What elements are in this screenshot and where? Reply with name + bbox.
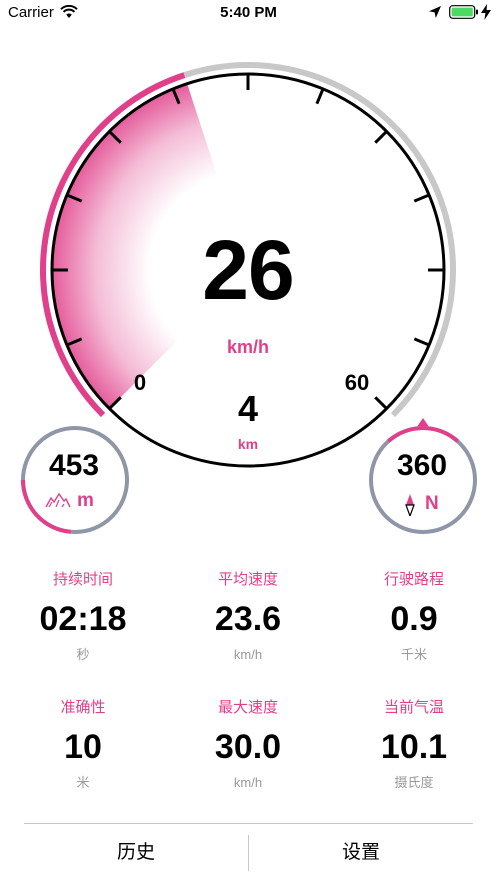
scale-min-label: 0 [133,370,147,395]
stat-temperature: 当前气温 10.1 摄氏度 [334,698,494,792]
stat-value: 23.6 [214,600,282,638]
dial-tick [374,130,388,144]
stat-duration: 持续时间 02:18 秒 [3,570,163,664]
stat-unit: 秒 [76,647,90,662]
stat-unit: km/h [233,647,263,662]
mountain-icon [45,492,71,508]
stat-unit: 米 [76,775,90,790]
altitude-unit: m [77,490,94,511]
stat-value: 02:18 [39,600,127,638]
dial-tick [413,193,430,203]
stat-value: 30.0 [214,728,282,766]
stat-label: 行驶路程 [383,571,444,588]
trip-distance: 4 [237,388,259,429]
stat-unit: km/h [233,775,263,790]
compass-icon [405,494,415,516]
stat-label: 当前气温 [383,699,444,716]
stat-distance: 行驶路程 0.9 千米 [334,570,494,664]
tab-bar-divider [24,823,473,824]
current-speed: 26 [202,223,294,317]
scale-max-label: 60 [344,370,370,395]
stat-value: 0.9 [390,600,438,638]
stat-unit: 千米 [400,647,427,662]
trip-distance-unit: km [237,436,259,452]
settings-tab[interactable]: 设置 [249,825,473,883]
dial-tick [413,337,430,347]
stat-unit: 摄氏度 [394,775,434,790]
heading-direction: N [425,493,439,514]
altitude-value: 453 [48,449,100,482]
stat-value: 10 [64,728,102,766]
history-tab[interactable]: 历史 [24,825,248,883]
stat-label: 准确性 [60,699,106,716]
stat-value: 10.1 [380,728,448,766]
heading-value: 360 [396,449,448,482]
dial-tick [374,396,388,410]
stat-average-speed: 平均速度 23.6 km/h [168,570,328,664]
stat-accuracy: 准确性 10 米 [3,698,163,792]
stat-label: 平均速度 [217,571,278,588]
speed-unit: km/h [226,337,269,357]
dial-tick [315,88,325,105]
stat-label: 持续时间 [52,571,113,588]
stat-max-speed: 最大速度 30.0 km/h [168,698,328,792]
stat-label: 最大速度 [217,699,278,716]
